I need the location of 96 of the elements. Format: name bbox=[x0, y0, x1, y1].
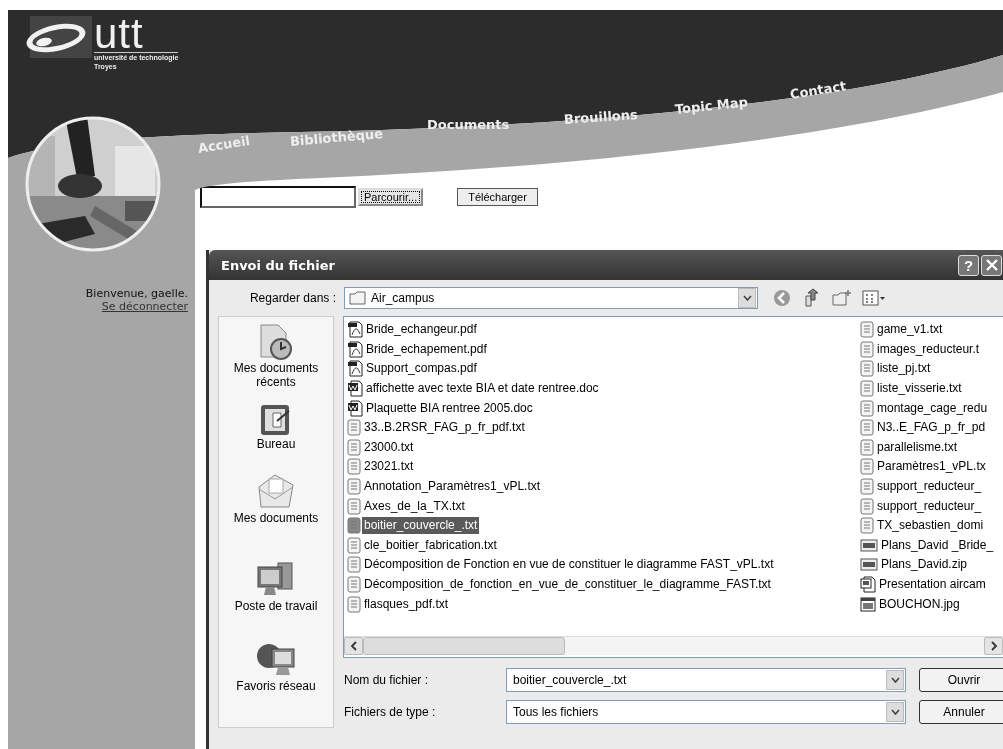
text-file-icon bbox=[860, 360, 874, 378]
file-name-field[interactable]: boitier_couvercle_.txt bbox=[506, 668, 906, 692]
welcome-text: Bienvenue, gaelle. bbox=[85, 287, 188, 300]
file-item[interactable]: cle_boitier_fabrication.txt bbox=[362, 536, 499, 554]
text-file-icon bbox=[860, 340, 874, 358]
places-item[interactable]: Poste de travail bbox=[221, 561, 331, 641]
logo-wordmark: utt bbox=[94, 16, 179, 53]
help-button[interactable]: ? bbox=[958, 254, 979, 276]
file-name-label: Nom du fichier : bbox=[344, 673, 430, 687]
pdf-file-icon bbox=[347, 321, 363, 339]
scrollbar-thumb[interactable] bbox=[363, 637, 565, 655]
zip-file-icon bbox=[860, 536, 878, 554]
file-type-label: Fichiers de type : bbox=[344, 705, 437, 719]
file-item[interactable]: N3..E_FAG_p_fr_pd bbox=[875, 419, 988, 437]
scroll-left-icon[interactable] bbox=[344, 637, 363, 655]
browse-button[interactable]: Parcourir... bbox=[358, 188, 424, 206]
file-item[interactable]: Annotation_Paramètres1_vPL.txt bbox=[362, 478, 543, 496]
text-file-icon bbox=[860, 399, 874, 417]
text-file-icon bbox=[860, 380, 874, 398]
text-file-icon bbox=[347, 595, 361, 613]
text-file-icon bbox=[860, 497, 874, 515]
text-file-icon bbox=[347, 536, 361, 554]
file-item[interactable]: liste_pj.txt bbox=[875, 360, 933, 378]
places-item[interactable]: Favoris réseau bbox=[221, 641, 331, 721]
clock-document-icon bbox=[258, 323, 294, 361]
file-item[interactable]: 23021.txt bbox=[362, 458, 416, 476]
text-file-icon bbox=[347, 497, 361, 515]
word-file-icon bbox=[347, 399, 363, 417]
file-item[interactable]: Presentation aircam bbox=[877, 576, 988, 593]
file-item[interactable]: Décomposition de Fonction en vue de constituer le diagramme FAST_vPL.txt bbox=[362, 556, 776, 574]
logout-link[interactable]: Se déconnecter bbox=[101, 300, 188, 313]
text-file-icon bbox=[347, 438, 361, 456]
horizontal-scrollbar[interactable] bbox=[344, 636, 1003, 655]
text-file-icon bbox=[347, 556, 361, 574]
file-item[interactable]: liste_visserie.txt bbox=[875, 380, 964, 398]
file-type-dropdown[interactable]: Tous les fichiers bbox=[506, 700, 906, 724]
file-item[interactable]: affichette avec texte BIA et date rentree.doc bbox=[364, 380, 601, 398]
nav-link[interactable]: Topic Map bbox=[674, 95, 749, 116]
text-file-icon bbox=[860, 517, 874, 535]
dialog-title: Envoi du fichier bbox=[221, 257, 335, 273]
text-file-icon bbox=[347, 419, 361, 437]
file-item[interactable]: Bride_echapement.pdf bbox=[364, 340, 489, 358]
file-item[interactable]: TX_sebastien_domi bbox=[875, 517, 986, 535]
nav-link[interactable]: Contact bbox=[789, 79, 847, 101]
scroll-right-icon[interactable] bbox=[984, 637, 1003, 655]
text-file-icon bbox=[860, 478, 874, 496]
close-button[interactable] bbox=[981, 254, 1002, 276]
file-item[interactable]: 23000.txt bbox=[362, 438, 416, 456]
image-file-icon bbox=[860, 595, 876, 613]
file-item[interactable]: Décomposition_de_fonction_en_vue_de_constituer_le_diagramme_FAST.txt bbox=[362, 576, 773, 593]
view-menu-icon[interactable] bbox=[862, 289, 886, 307]
file-item[interactable]: montage_cage_redu bbox=[875, 399, 990, 417]
text-file-icon bbox=[860, 438, 874, 456]
close-icon bbox=[985, 259, 998, 271]
text-file-icon bbox=[347, 576, 361, 593]
folder-icon bbox=[349, 291, 367, 305]
file-item[interactable]: Plaquette BIA rentree 2005.doc bbox=[364, 399, 535, 417]
file-item[interactable]: Plans_David.zip bbox=[879, 556, 970, 574]
file-item[interactable]: support_reducteur_ bbox=[875, 497, 984, 515]
back-icon[interactable] bbox=[772, 288, 792, 308]
open-button[interactable]: Ouvrir bbox=[919, 668, 1003, 692]
text-file-icon bbox=[860, 458, 874, 476]
text-file-icon bbox=[347, 458, 361, 476]
file-item[interactable]: parallelisme.txt bbox=[875, 438, 960, 456]
nav-link[interactable]: Brouillons bbox=[563, 107, 639, 126]
text-file-icon bbox=[347, 478, 361, 496]
file-item[interactable]: BOUCHON.jpg bbox=[877, 595, 962, 613]
pdf-file-icon bbox=[347, 360, 363, 378]
new-folder-icon[interactable] bbox=[832, 289, 852, 307]
look-in-label: Regarder dans : bbox=[248, 291, 337, 305]
file-item[interactable]: Plans_David _Bride_ bbox=[879, 536, 996, 554]
file-item[interactable]: images_reducteur.t bbox=[875, 340, 982, 358]
folder-icon bbox=[257, 473, 295, 511]
look-in-dropdown[interactable]: Air_campus bbox=[344, 287, 758, 309]
word-file-icon bbox=[347, 380, 363, 398]
file-item[interactable]: boitier_couvercle_.txt bbox=[362, 517, 480, 535]
file-item[interactable]: Axes_de_la_TX.txt bbox=[362, 497, 467, 515]
file-item[interactable]: 33..B.2RSR_FAG_p_fr_pdf.txt bbox=[362, 419, 527, 437]
file-item[interactable]: flasques_pdf.txt bbox=[362, 595, 451, 613]
cancel-button[interactable]: Annuler bbox=[919, 700, 1003, 724]
upload-button[interactable]: Télécharger bbox=[457, 188, 538, 206]
places-item[interactable]: Bureau bbox=[221, 403, 331, 473]
file-item[interactable]: Bride_echangeur.pdf bbox=[364, 321, 479, 339]
file-item[interactable]: support_reducteur_ bbox=[875, 478, 984, 496]
file-item[interactable]: Paramètres1_vPL.tx bbox=[875, 458, 988, 476]
text-file-icon bbox=[860, 321, 874, 339]
pdf-file-icon bbox=[347, 340, 363, 358]
file-item[interactable]: game_v1.txt bbox=[875, 321, 945, 339]
file-item[interactable]: Support_compas.pdf bbox=[364, 360, 479, 378]
slide-file-icon bbox=[860, 576, 876, 593]
places-item[interactable]: Mes documents récents bbox=[221, 323, 331, 403]
file-path-field[interactable] bbox=[200, 186, 356, 208]
places-item[interactable]: Mes documents bbox=[221, 473, 331, 561]
zip-file-icon bbox=[860, 556, 878, 574]
text-file-icon bbox=[860, 419, 874, 437]
text-file-icon bbox=[347, 517, 361, 535]
